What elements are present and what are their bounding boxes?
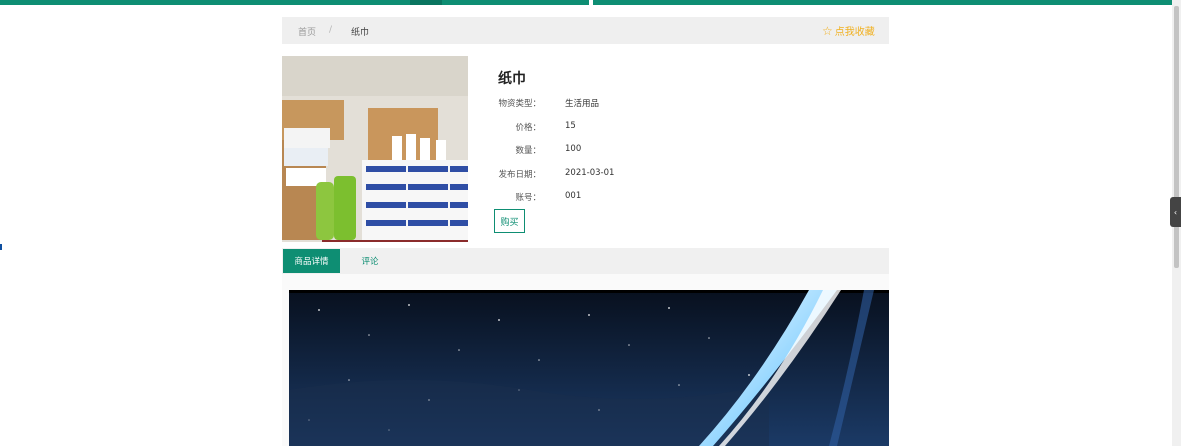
chevron-left-icon: ‹ [1173,207,1178,217]
breadcrumb-current: 纸巾 [351,28,370,38]
left-edge-marker [0,244,2,250]
field-label: 价格： [515,123,541,133]
product-image [282,56,468,242]
top-bar-segment [410,0,442,5]
field-row: 价格： 15 [494,121,794,135]
tab-product-details[interactable]: 商品详情 [283,249,340,273]
field-row: 物资类型： 生活用品 [494,97,794,111]
top-accent-bar [0,0,1181,5]
star-outline-icon: ☆ [822,23,833,38]
field-label: 账号： [515,193,541,203]
product-photo-icon [282,56,468,242]
field-label: 物资类型： [498,99,541,109]
favorite-label: 点我收藏 [834,27,875,38]
field-label: 发布日期： [498,170,541,180]
field-value: 2021-03-01 [565,168,615,178]
field-value: 15 [565,121,576,131]
favorite-button[interactable]: ☆ 点我收藏 [822,23,875,39]
field-value: 生活用品 [565,99,600,109]
buy-button[interactable]: 购买 [494,209,525,233]
breadcrumb-separator: / [329,25,333,35]
breadcrumb-home-link[interactable]: 首页 [298,25,316,38]
field-label: 数量： [515,146,541,156]
detail-image [289,290,889,446]
side-panel-handle[interactable]: ‹ [1170,197,1181,227]
field-row: 账号： 001 [494,191,794,205]
product-title: 纸巾 [498,71,526,87]
detail-panel [282,274,889,446]
field-value: 100 [565,144,582,154]
field-value: 001 [565,191,582,201]
scrollbar-thumb[interactable] [1174,6,1179,268]
tab-bar: 商品详情 评论 [282,248,889,274]
field-row: 数量： 100 [494,144,794,158]
starry-sky-photo-icon [289,290,889,446]
field-row: 发布日期： 2021-03-01 [494,168,794,182]
breadcrumb: 首页 / 纸巾 ☆ 点我收藏 [282,17,889,44]
tab-comments[interactable]: 评论 [344,249,396,273]
top-bar-marker [589,0,593,5]
